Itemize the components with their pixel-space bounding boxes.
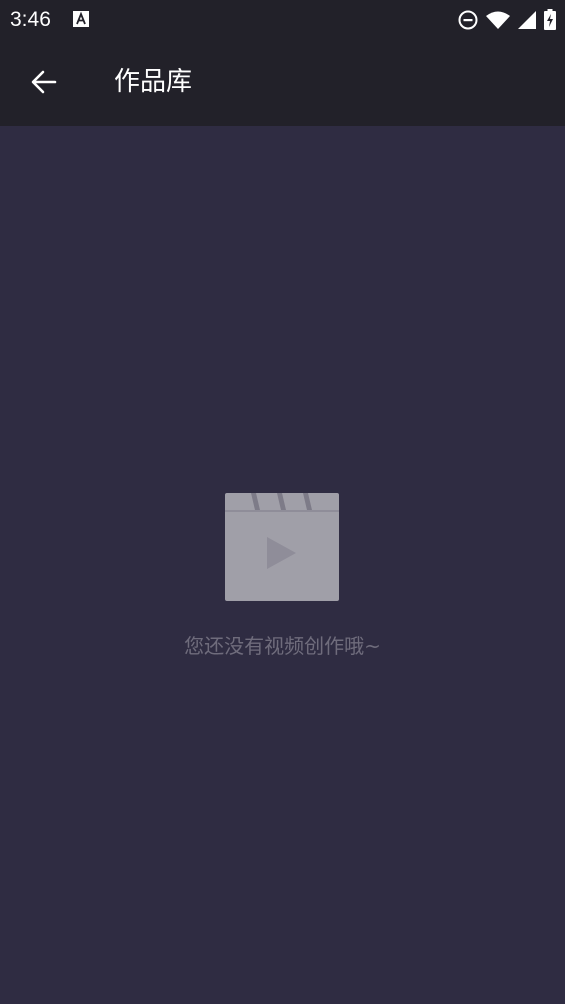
font-a-notification-icon bbox=[73, 11, 89, 27]
status-bar: 3:46 bbox=[0, 0, 565, 40]
video-clapperboard-icon bbox=[225, 493, 339, 601]
page-title: 作品库 bbox=[114, 67, 193, 97]
empty-state-message: 您还没有视频创作哦~ bbox=[184, 634, 381, 658]
app-bar: 作品库 bbox=[0, 40, 565, 126]
do-not-disturb-icon bbox=[457, 8, 479, 32]
status-time: 3:46 bbox=[10, 8, 51, 31]
cellular-signal-icon bbox=[517, 8, 537, 32]
wifi-icon bbox=[485, 8, 511, 32]
back-button[interactable] bbox=[22, 60, 66, 104]
arrow-left-icon bbox=[31, 70, 57, 94]
battery-charging-icon bbox=[543, 8, 557, 32]
status-icons bbox=[457, 8, 557, 32]
content-area: 您还没有视频创作哦~ bbox=[0, 126, 565, 1004]
